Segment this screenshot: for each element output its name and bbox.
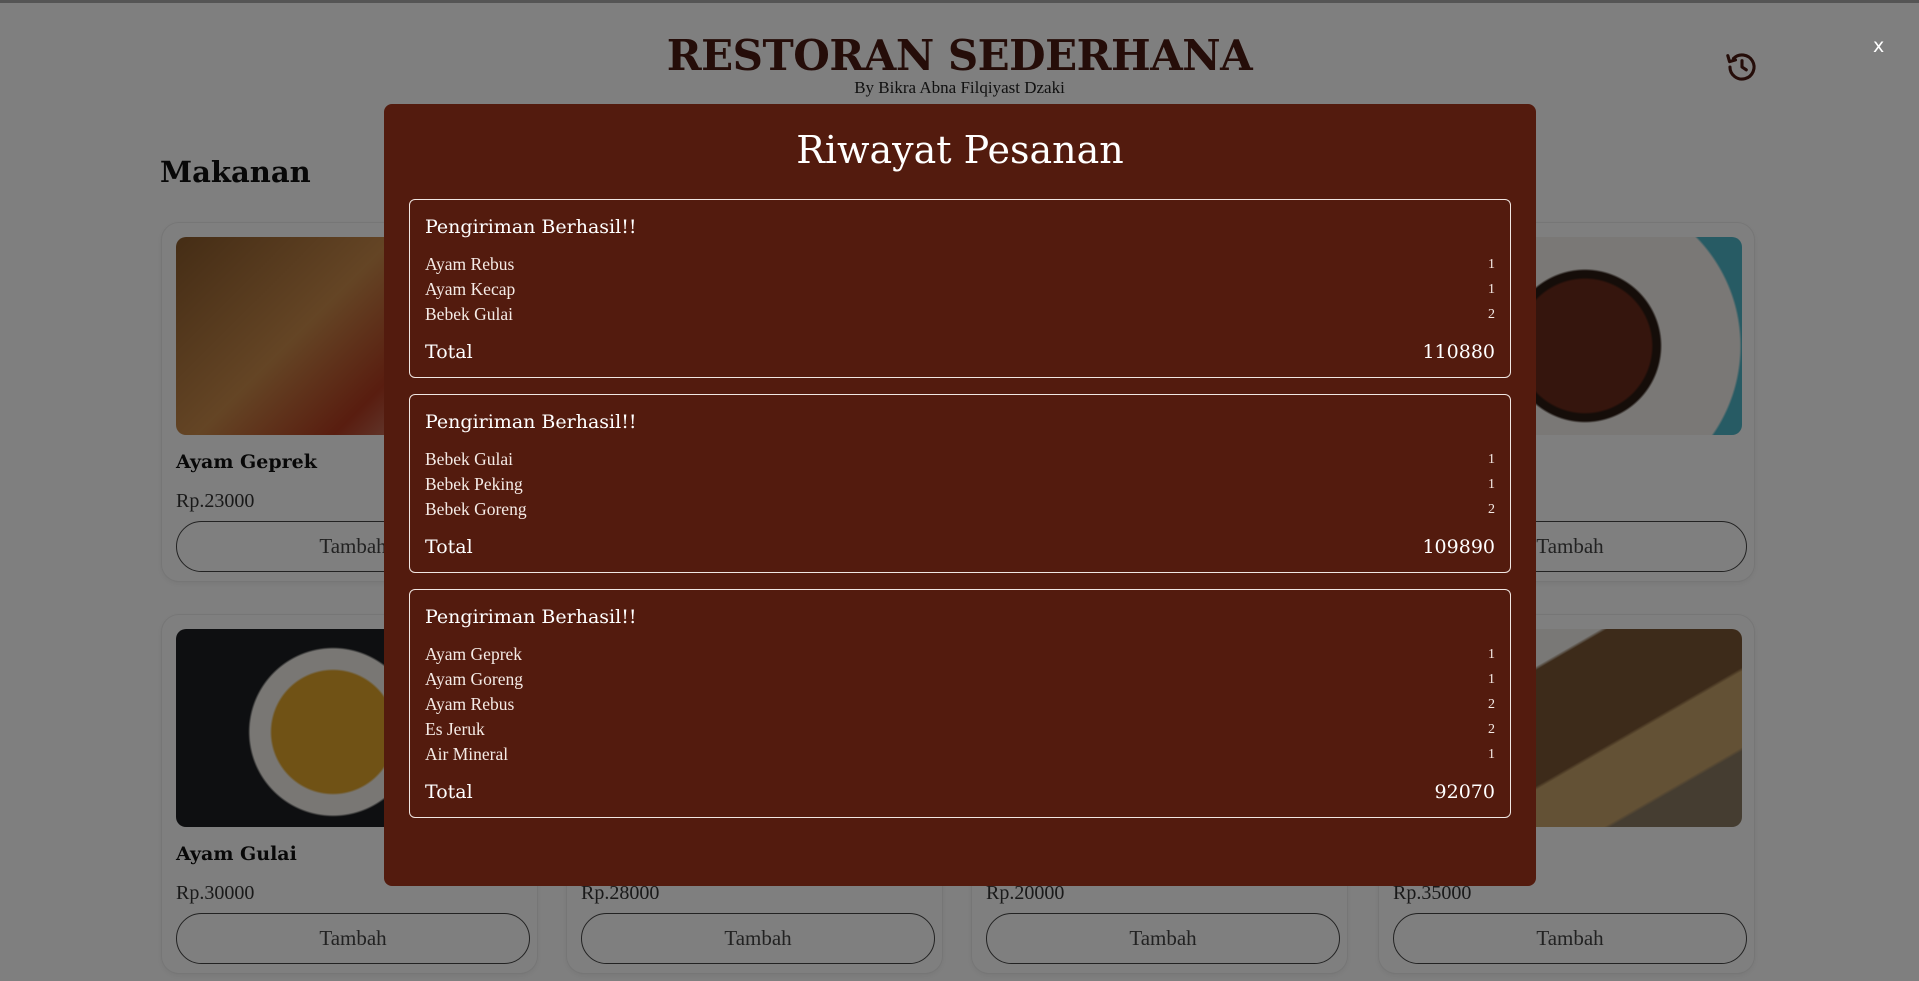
order-item: Bebek Gulai 1 (425, 447, 1495, 472)
item-qty: 1 (1488, 672, 1495, 687)
item-qty: 2 (1488, 307, 1495, 322)
item-qty: 2 (1488, 697, 1495, 712)
order-item: Ayam Geprek 1 (425, 642, 1495, 667)
order-total: Total 92070 (425, 781, 1495, 803)
order-item: Ayam Rebus 1 (425, 252, 1495, 277)
total-label: Total (425, 536, 473, 558)
item-qty: 1 (1488, 747, 1495, 762)
total-label: Total (425, 781, 473, 803)
item-name: Bebek Goreng (425, 499, 527, 519)
order-card: Pengiriman Berhasil!! Ayam Geprek 1 Ayam… (409, 589, 1511, 818)
order-item: Ayam Goreng 1 (425, 667, 1495, 692)
item-qty: 1 (1488, 257, 1495, 272)
order-item: Ayam Kecap 1 (425, 277, 1495, 302)
order-card: Pengiriman Berhasil!! Bebek Gulai 1 Bebe… (409, 394, 1511, 573)
item-name: Bebek Peking (425, 474, 523, 494)
order-total: Total 110880 (425, 341, 1495, 363)
item-name: Air Mineral (425, 744, 509, 764)
order-status: Pengiriman Berhasil!! (425, 411, 637, 433)
order-status: Pengiriman Berhasil!! (425, 216, 637, 238)
item-name: Es Jeruk (425, 719, 485, 739)
total-value: 110880 (1422, 341, 1495, 363)
order-item: Bebek Peking 1 (425, 472, 1495, 497)
item-qty: 1 (1488, 282, 1495, 297)
item-qty: 2 (1488, 502, 1495, 517)
item-name: Ayam Rebus (425, 254, 515, 274)
item-name: Bebek Gulai (425, 449, 513, 469)
order-card: Pengiriman Berhasil!! Ayam Rebus 1 Ayam … (409, 199, 1511, 378)
order-item: Air Mineral 1 (425, 742, 1495, 767)
order-history-modal: Riwayat Pesanan Pengiriman Berhasil!! Ay… (384, 104, 1536, 886)
total-value: 109890 (1422, 536, 1495, 558)
item-qty: 1 (1488, 452, 1495, 467)
order-total: Total 109890 (425, 536, 1495, 558)
item-qty: 2 (1488, 722, 1495, 737)
item-qty: 1 (1488, 477, 1495, 492)
close-icon[interactable]: x (1873, 35, 1884, 57)
item-name: Ayam Geprek (425, 644, 523, 664)
order-list: Pengiriman Berhasil!! Ayam Rebus 1 Ayam … (409, 199, 1511, 834)
total-label: Total (425, 341, 473, 363)
item-name: Bebek Gulai (425, 304, 513, 324)
item-name: Ayam Goreng (425, 669, 524, 689)
order-item: Bebek Gulai 2 (425, 302, 1495, 327)
order-item: Es Jeruk 2 (425, 717, 1495, 742)
item-name: Ayam Rebus (425, 694, 515, 714)
order-item: Ayam Rebus 2 (425, 692, 1495, 717)
order-item: Bebek Goreng 2 (425, 497, 1495, 522)
order-status: Pengiriman Berhasil!! (425, 606, 637, 628)
modal-title: Riwayat Pesanan (796, 128, 1124, 172)
item-qty: 1 (1488, 647, 1495, 662)
total-value: 92070 (1434, 781, 1495, 803)
item-name: Ayam Kecap (425, 279, 516, 299)
